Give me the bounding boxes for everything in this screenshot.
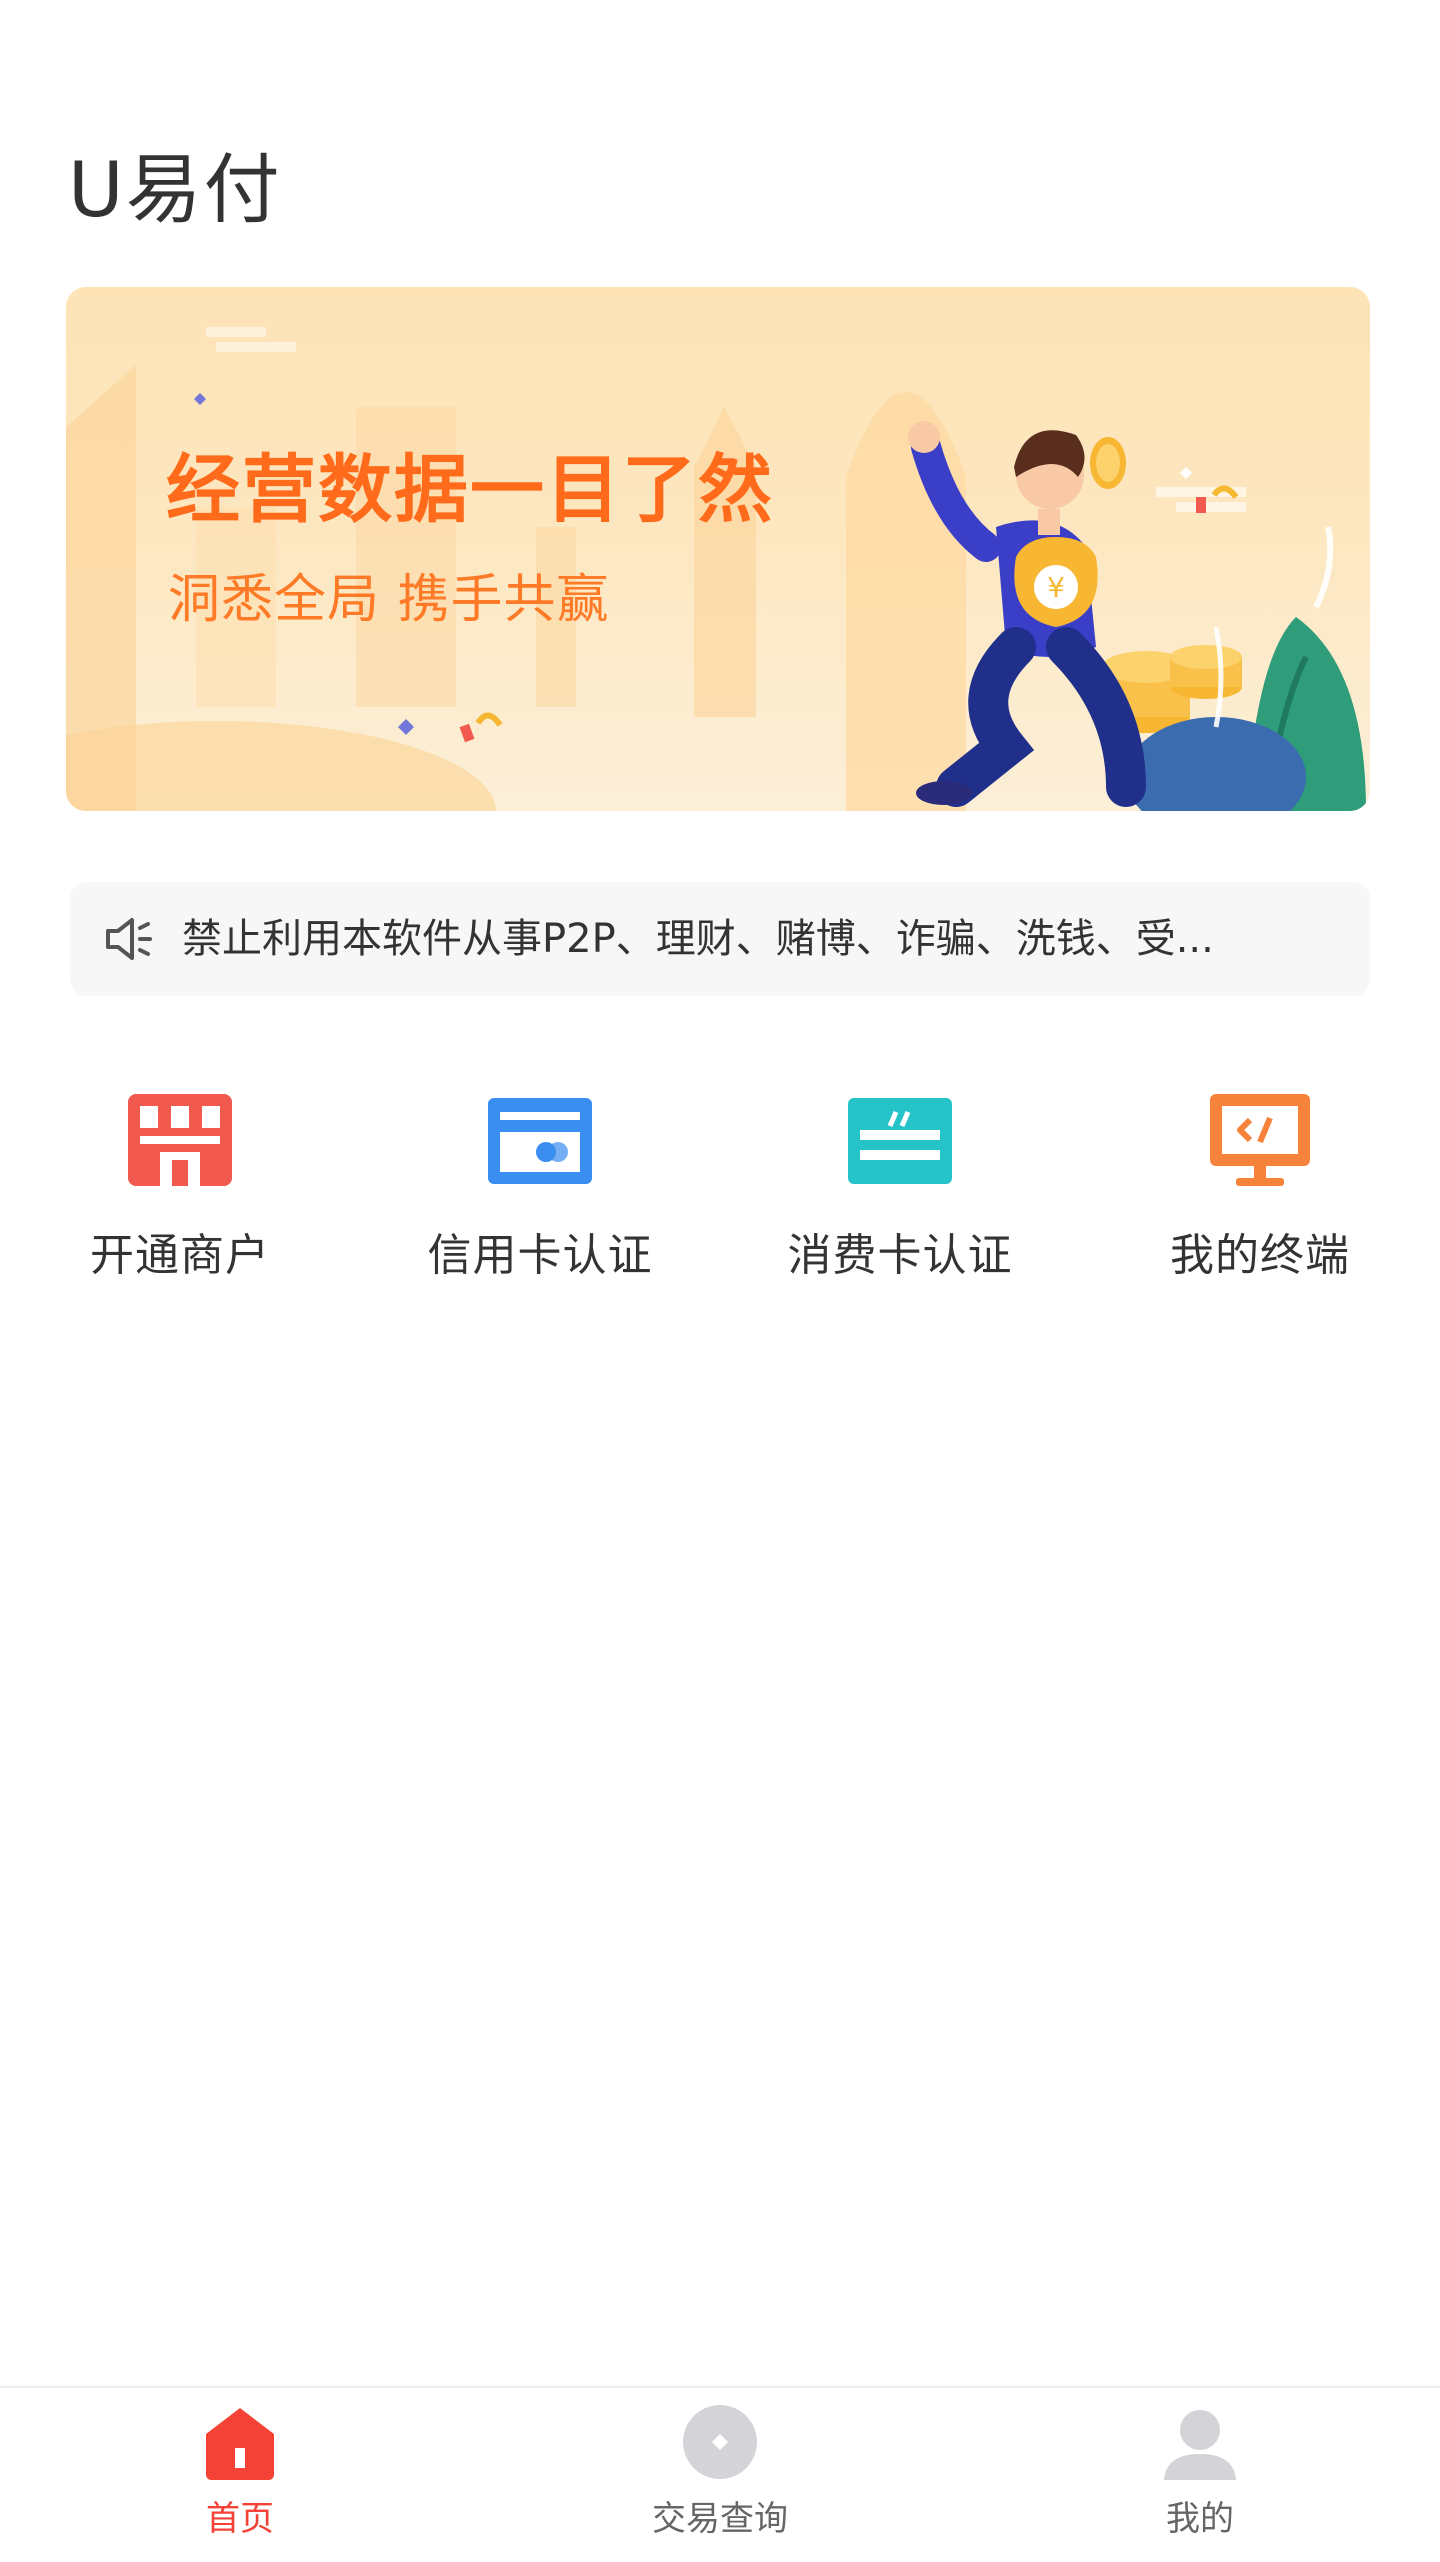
banner-subheadline: 洞悉全局 携手共赢 xyxy=(168,570,610,630)
promo-banner[interactable]: ¥ 经营数据一目了然 洞悉全局 携手共赢 xyxy=(66,287,1370,811)
menu-item-label: 开通商户 xyxy=(90,1230,270,1281)
tab-profile[interactable]: 我的 xyxy=(960,2388,1440,2562)
menu-item-label: 信用卡认证 xyxy=(427,1230,653,1281)
tab-label: 首页 xyxy=(206,2499,274,2539)
app-title: U易付 xyxy=(68,145,282,234)
banner-illustration: ¥ xyxy=(66,327,1366,811)
tab-label: 交易查询 xyxy=(652,2499,788,2539)
menu-item-label: 我的终端 xyxy=(1170,1230,1350,1281)
profile-icon xyxy=(1164,2410,1236,2480)
menu-item-consumer-card-verify[interactable]: 消费卡认证 xyxy=(750,1078,1050,1298)
tab-home[interactable]: 首页 xyxy=(0,2388,480,2562)
notice-text: 禁止利用本软件从事P2P、理财、赌博、诈骗、洗钱、受... xyxy=(182,916,1214,962)
tab-label: 我的 xyxy=(1166,2499,1234,2539)
store-icon xyxy=(128,1094,232,1186)
menu-item-my-terminal[interactable]: 我的终端 xyxy=(1110,1078,1410,1298)
feature-menu: 开通商户 信用卡认证 消费卡认证 我的终端 xyxy=(0,1078,1440,1298)
banner-headline: 经营数据一目了然 xyxy=(166,447,774,533)
menu-item-credit-card-verify[interactable]: 信用卡认证 xyxy=(390,1078,690,1298)
speaker-icon xyxy=(106,918,152,960)
svg-text:¥: ¥ xyxy=(1047,571,1065,604)
menu-item-open-merchant[interactable]: 开通商户 xyxy=(30,1078,330,1298)
notice-bar[interactable]: 禁止利用本软件从事P2P、理财、赌博、诈骗、洗钱、受... xyxy=(70,882,1370,996)
menu-item-label: 消费卡认证 xyxy=(787,1230,1013,1281)
credit-card-icon xyxy=(488,1098,592,1184)
consumer-card-icon xyxy=(848,1098,952,1184)
bottom-tab-bar: 首页 交易查询 我的 xyxy=(0,2386,1440,2562)
transaction-query-icon xyxy=(683,2405,757,2479)
home-icon xyxy=(206,2408,274,2480)
tab-transaction-query[interactable]: 交易查询 xyxy=(480,2388,960,2562)
terminal-icon xyxy=(1210,1094,1310,1186)
